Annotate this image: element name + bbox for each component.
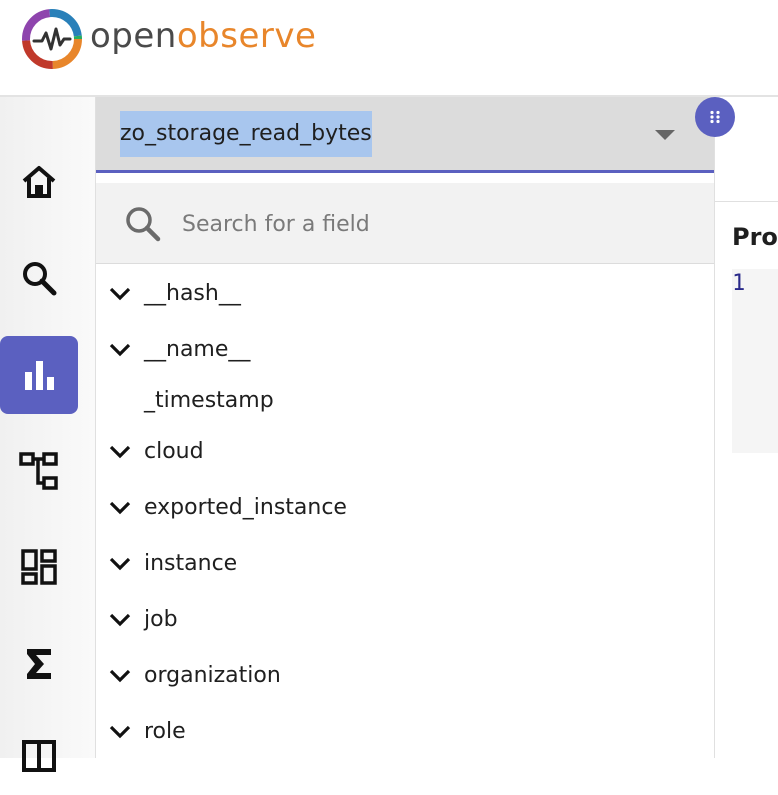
chevron-down-icon[interactable] <box>108 281 132 305</box>
bar-chart-icon <box>25 361 54 390</box>
field-label: __hash__ <box>144 280 241 306</box>
field-label: _timestamp <box>144 387 274 413</box>
chevron-down-icon[interactable] <box>108 607 132 631</box>
sidebar-item-functions[interactable] <box>0 625 78 703</box>
metric-select-value: zo_storage_read_bytes <box>120 111 372 157</box>
drag-dots-icon <box>710 110 720 124</box>
top-bar: openobserve <box>0 0 778 97</box>
search-icon <box>23 262 57 296</box>
metric-select[interactable]: zo_storage_read_bytes <box>96 97 714 173</box>
panel-drag-handle[interactable] <box>695 97 735 137</box>
chevron-down-icon[interactable] <box>108 719 132 743</box>
chevron-down-icon[interactable] <box>108 439 132 463</box>
field-search-bar <box>96 183 714 264</box>
field-search-input[interactable] <box>180 201 684 247</box>
line-number: 1 <box>732 271 746 296</box>
sidebar-item-dashboards[interactable] <box>0 528 78 606</box>
field-label: organization <box>144 662 281 688</box>
brand-name-part1: open <box>90 16 177 56</box>
field-label: __name__ <box>144 336 251 362</box>
field-list: __hash__ __name__ _timestamp cloud expor… <box>96 265 714 759</box>
openobserve-logo-icon[interactable] <box>20 7 84 71</box>
sidebar-item-home[interactable] <box>0 143 78 221</box>
field-label: job <box>144 606 178 632</box>
brand-name-part2: observe <box>176 16 317 56</box>
list-item[interactable]: job <box>96 591 714 647</box>
sidebar-item-metrics[interactable] <box>0 336 78 414</box>
field-label: exported_instance <box>144 494 347 520</box>
dashboard-icon <box>21 549 57 585</box>
list-item[interactable]: _timestamp <box>96 377 714 423</box>
list-item[interactable]: exported_instance <box>96 479 714 535</box>
sidebar-item-search[interactable] <box>0 239 78 317</box>
list-item[interactable]: __name__ <box>96 321 714 377</box>
field-label: instance <box>144 550 238 576</box>
metrics-field-panel: zo_storage_read_bytes __hash__ __name__ … <box>96 97 715 758</box>
field-label: cloud <box>144 438 204 464</box>
chevron-down-icon[interactable] <box>108 663 132 687</box>
table-icon <box>22 740 56 772</box>
query-editor-header: Pro <box>732 223 778 251</box>
field-label: role <box>144 718 186 744</box>
sidebar-item-traces[interactable] <box>0 432 78 510</box>
sigma-icon <box>27 649 51 679</box>
sidebar-item-more[interactable] <box>0 717 78 795</box>
brand-wordmark: openobserve <box>90 16 316 56</box>
query-editor-area: Pro 1 <box>715 97 778 758</box>
home-icon <box>22 166 56 198</box>
hierarchy-icon <box>19 452 58 490</box>
list-item[interactable]: role <box>96 703 714 759</box>
chevron-down-icon[interactable] <box>108 551 132 575</box>
search-icon <box>126 207 161 242</box>
query-editor[interactable] <box>732 269 778 453</box>
caret-down-icon[interactable] <box>655 130 675 140</box>
list-item[interactable]: __hash__ <box>96 265 714 321</box>
chevron-down-icon[interactable] <box>108 337 132 361</box>
list-item[interactable]: organization <box>96 647 714 703</box>
list-item[interactable]: instance <box>96 535 714 591</box>
sidebar-nav <box>0 97 96 772</box>
chevron-down-icon[interactable] <box>108 495 132 519</box>
list-item[interactable]: cloud <box>96 423 714 479</box>
